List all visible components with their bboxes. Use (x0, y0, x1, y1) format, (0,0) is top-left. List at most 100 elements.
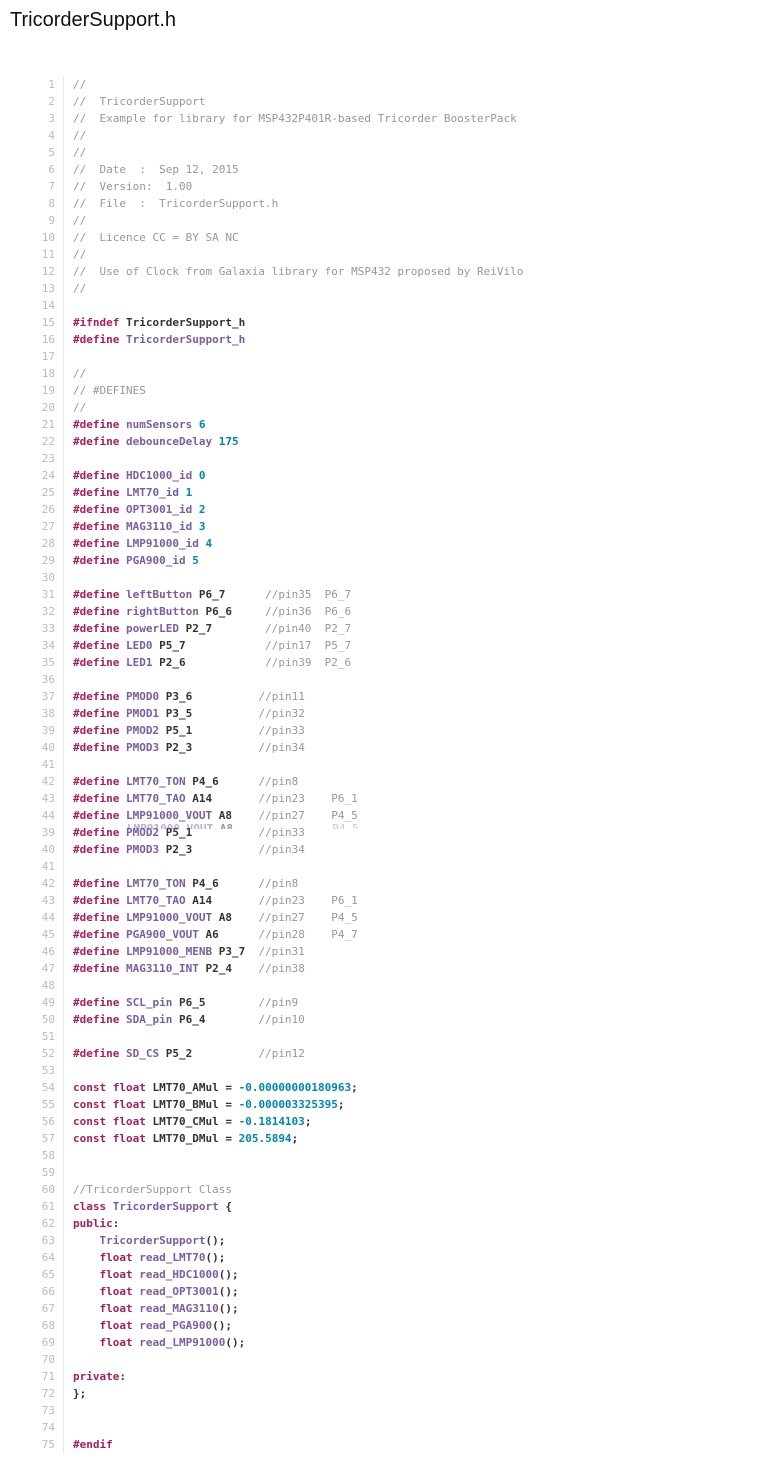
code-token (73, 1319, 100, 1332)
code-token: P5_1 (159, 826, 258, 839)
code-token: // #DEFINES (73, 384, 146, 397)
code-token: A14 (186, 792, 259, 805)
code-token (179, 486, 186, 499)
code-token: #define (73, 435, 119, 448)
code-token (119, 894, 126, 907)
code-token: LMP91000_VOUT (126, 809, 212, 822)
code-line: 7// Version: 1.00 (0, 178, 772, 195)
code-token: //pin27 P4_5 (258, 911, 357, 924)
line-number: 48 (0, 977, 55, 994)
code-token: // (73, 146, 86, 159)
code-token (119, 469, 126, 482)
code-token: #define (73, 333, 119, 346)
code-token: TricorderSupport_h (126, 333, 245, 346)
code-line: 49#define SCL_pin P6_5 //pin9 (0, 994, 772, 1011)
line-number: 5 (0, 144, 55, 161)
line-number: 35 (0, 654, 55, 671)
code-token: LMT70_CMul = (146, 1115, 239, 1128)
code-token (119, 503, 126, 516)
code-token (73, 1234, 100, 1247)
code-text: #define PMOD0 P3_6 //pin11 (63, 688, 305, 705)
code-token: float (100, 1268, 133, 1281)
code-token: #define (73, 1013, 119, 1026)
code-token: P2_7 (179, 622, 265, 635)
line-number: 70 (0, 1351, 55, 1368)
code-line: 12// Use of Clock from Galaxia library f… (0, 263, 772, 280)
code-text: // (63, 76, 86, 93)
line-number: 10 (0, 229, 55, 246)
code-line: 41 (0, 858, 772, 875)
code-token: float (100, 1285, 133, 1298)
line-number: 28 (0, 535, 55, 552)
code-token (119, 1013, 126, 1026)
code-text: // #DEFINES (63, 382, 146, 399)
code-text (63, 1351, 73, 1368)
code-text (63, 1062, 73, 1079)
code-token: debounceDelay (126, 435, 212, 448)
code-token: PGA900_id (126, 554, 186, 567)
code-token: const float (73, 1115, 146, 1128)
code-text: #define PGA900_VOUT A6 //pin28 P4_7 (63, 926, 358, 943)
code-text: TricorderSupport(); (63, 1232, 225, 1249)
code-token: #define (73, 877, 119, 890)
line-number: 56 (0, 1113, 55, 1130)
code-token (119, 554, 126, 567)
code-token: #define (73, 554, 119, 567)
code-line: 50#define SDA_pin P6_4 //pin10 (0, 1011, 772, 1028)
code-text: #define PMOD3 P2_3 //pin34 (63, 841, 305, 858)
code-token (119, 775, 126, 788)
code-text: #define LMT70_id 1 (63, 484, 192, 501)
code-token: (); (219, 1268, 239, 1281)
code-text: #define leftButton P6_7 //pin35 P6_7 (63, 586, 351, 603)
code-token (73, 1251, 100, 1264)
code-token: LMT70_DMul = (146, 1132, 239, 1145)
code-token (119, 707, 126, 720)
code-token (119, 945, 126, 958)
code-line: 31#define leftButton P6_7 //pin35 P6_7 (0, 586, 772, 603)
code-token (119, 724, 126, 737)
code-line: 64 float read_LMT70(); (0, 1249, 772, 1266)
code-token (119, 639, 126, 652)
code-token: #define (73, 690, 119, 703)
code-text: #define LMT70_TON P4_6 //pin8 (63, 875, 298, 892)
code-token (119, 826, 126, 839)
code-line: 41 (0, 756, 772, 773)
code-line: 8// File : TricorderSupport.h (0, 195, 772, 212)
line-number: 34 (0, 637, 55, 654)
code-token (119, 418, 126, 431)
line-number: 29 (0, 552, 55, 569)
line-number: 42 (0, 875, 55, 892)
line-number: 53 (0, 1062, 55, 1079)
code-line: 6// Date : Sep 12, 2015 (0, 161, 772, 178)
code-line: 10// Licence CC = BY SA NC (0, 229, 772, 246)
line-number: 26 (0, 501, 55, 518)
code-token: LED0 (126, 639, 153, 652)
code-token: float (100, 1319, 133, 1332)
code-token: //pin23 P6_1 (258, 894, 357, 907)
code-token (73, 1268, 100, 1281)
code-line: 25#define LMT70_id 1 (0, 484, 772, 501)
code-text: #define debounceDelay 175 (63, 433, 239, 450)
code-token: P6_6 (199, 605, 265, 618)
code-token: P6_5 (172, 996, 258, 1009)
line-number: 6 (0, 161, 55, 178)
line-number: 23 (0, 450, 55, 467)
code-token (73, 1285, 100, 1298)
line-number: 68 (0, 1317, 55, 1334)
line-number: 71 (0, 1368, 55, 1385)
code-line: 70 (0, 1351, 772, 1368)
line-number: 49 (0, 994, 55, 1011)
code-line: 42#define LMT70_TON P4_6 //pin8 (0, 773, 772, 790)
code-token: ; (292, 1132, 299, 1145)
code-token (212, 435, 219, 448)
code-token: SCL_pin (126, 996, 172, 1009)
code-token: LMT70_TON (126, 877, 186, 890)
code-token: float (100, 1251, 133, 1264)
code-text: #define LMT70_TON P4_6 //pin8 (63, 773, 298, 790)
code-text: // (63, 144, 86, 161)
code-token (119, 792, 126, 805)
code-text: #define LMP91000_VOUT A8 //pin27 P4_5 (63, 807, 358, 824)
code-token: TricorderSupport_h (119, 316, 245, 329)
code-token: LMT70_TAO (126, 894, 186, 907)
line-number: 2 (0, 93, 55, 110)
